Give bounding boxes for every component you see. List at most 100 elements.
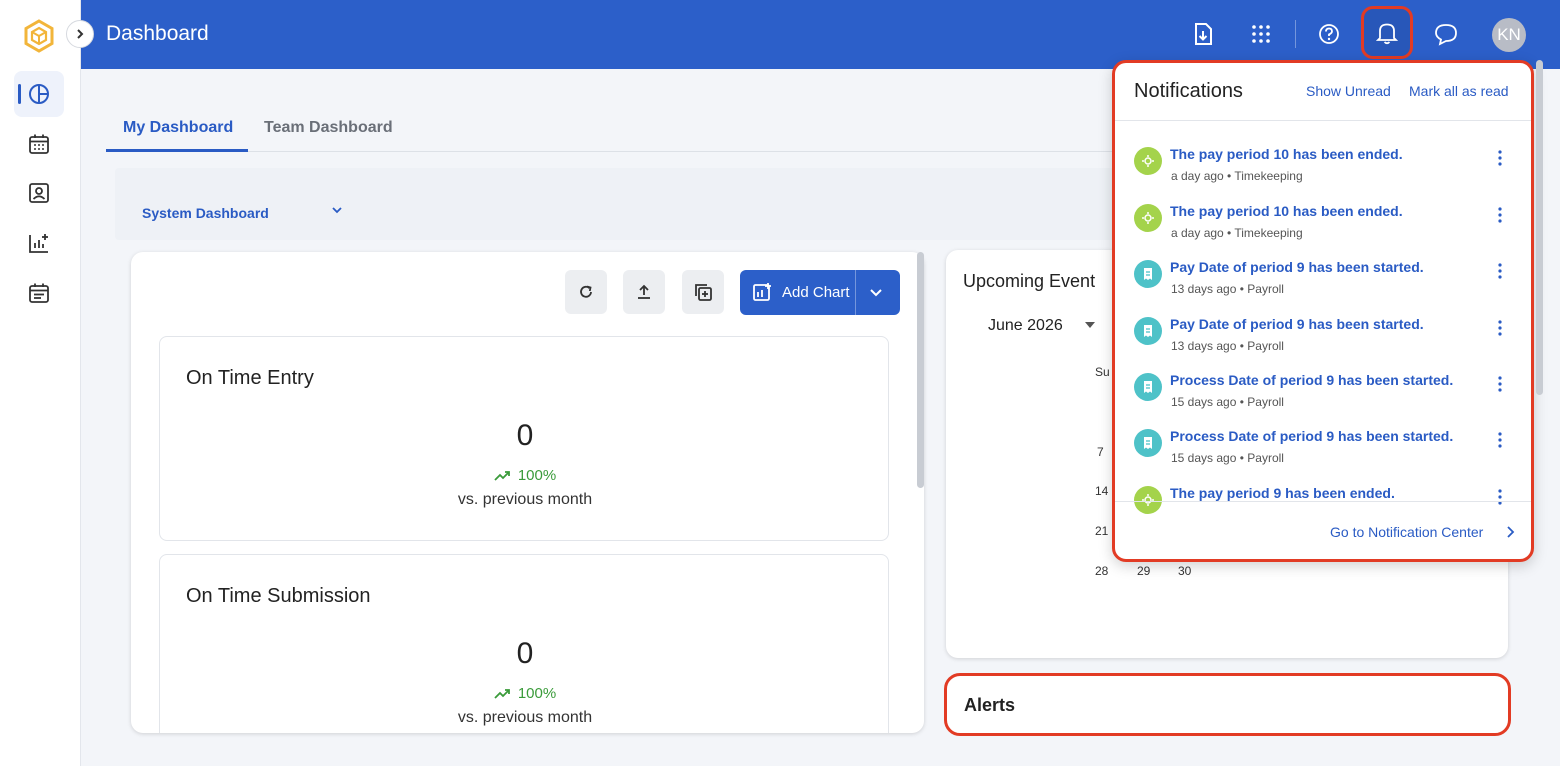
split-divider: [855, 270, 856, 315]
more-options-icon[interactable]: [1497, 375, 1503, 393]
panel-scrollbar[interactable]: [917, 252, 924, 488]
notification-title[interactable]: The pay period 9 has been ended.: [1170, 485, 1395, 501]
active-tab-indicator: [106, 149, 248, 152]
chat-button[interactable]: [1428, 16, 1464, 52]
duplicate-button[interactable]: [682, 270, 724, 314]
help-button[interactable]: [1311, 16, 1347, 52]
timekeeping-icon: [1134, 204, 1162, 232]
schedule-icon: [29, 283, 49, 303]
active-indicator: [18, 84, 21, 104]
app-logo-icon[interactable]: [23, 19, 55, 53]
expand-rail-button[interactable]: [66, 20, 94, 48]
topbar-divider: [1295, 20, 1296, 48]
notification-item[interactable]: The pay period 10 has been ended. a day a…: [1115, 190, 1531, 246]
notification-meta: a day ago • Timekeeping: [1171, 226, 1303, 240]
notification-title[interactable]: The pay period 10 has been ended.: [1170, 146, 1403, 162]
notification-time: 13 days ago: [1171, 339, 1237, 353]
tab-my-dashboard[interactable]: My Dashboard: [123, 119, 233, 137]
notification-source: Payroll: [1247, 395, 1284, 409]
rail-item-contacts[interactable]: [14, 170, 64, 216]
card-comparison: vs. previous month: [457, 491, 593, 508]
card-change-value: 100%: [517, 685, 557, 702]
tab-team-dashboard[interactable]: Team Dashboard: [264, 119, 393, 137]
calendar-day[interactable]: 7: [1097, 445, 1104, 459]
notification-title[interactable]: The pay period 10 has been ended.: [1170, 203, 1403, 219]
notification-source: Timekeeping: [1234, 169, 1303, 183]
more-options-icon[interactable]: [1497, 319, 1503, 337]
notification-item[interactable]: Process Date of period 9 has been starte…: [1115, 359, 1531, 415]
chevron-down-icon[interactable]: [868, 283, 884, 301]
calendar-day[interactable]: 28: [1095, 564, 1108, 578]
notification-item[interactable]: The pay period 10 has been ended. a day a…: [1115, 133, 1531, 189]
add-chart-button[interactable]: Add Chart: [740, 270, 900, 315]
notification-item[interactable]: The pay period 9 has been ended.: [1115, 472, 1531, 528]
notification-title[interactable]: Pay Date of period 9 has been started.: [1170, 316, 1424, 332]
calendar-day[interactable]: 29: [1137, 564, 1150, 578]
pie-chart-icon: [29, 84, 49, 104]
user-avatar[interactable]: KN: [1492, 18, 1526, 52]
card-value: 0: [516, 637, 534, 670]
more-options-icon[interactable]: [1497, 262, 1503, 280]
notification-source: Payroll: [1247, 282, 1284, 296]
meta-separator: •: [1223, 169, 1235, 183]
meta-separator: •: [1223, 226, 1235, 240]
card-value: 0: [516, 419, 534, 452]
card-change-value: 100%: [517, 467, 557, 484]
dashboard-select[interactable]: System Dashboard: [142, 205, 269, 221]
notification-meta: 15 days ago • Payroll: [1171, 451, 1284, 465]
calendar-day[interactable]: 21: [1095, 524, 1108, 538]
notifications-button[interactable]: [1361, 6, 1413, 59]
refresh-button[interactable]: [565, 270, 607, 314]
rail-item-analytics[interactable]: [14, 220, 64, 266]
notification-time: 15 days ago: [1171, 451, 1237, 465]
mark-all-read-link[interactable]: Mark all as read: [1409, 83, 1509, 99]
chevron-down-icon[interactable]: [331, 205, 343, 215]
notification-title[interactable]: Pay Date of period 9 has been started.: [1170, 259, 1424, 275]
month-select[interactable]: June 2026: [988, 317, 1063, 335]
meta-separator: •: [1236, 395, 1248, 409]
calendar-icon: [29, 134, 49, 154]
calendar-day[interactable]: 30: [1178, 564, 1191, 578]
add-chart-label: Add Chart: [782, 284, 850, 301]
event-title: Upcoming Event: [963, 271, 1096, 291]
kpi-card-on-time-entry[interactable]: On Time Entry 0 100% vs. previous month: [159, 336, 889, 541]
payroll-icon: [1134, 317, 1162, 345]
notification-time: 13 days ago: [1171, 282, 1237, 296]
notification-title[interactable]: Process Date of period 9 has been starte…: [1170, 372, 1453, 388]
notification-source: Timekeeping: [1234, 226, 1303, 240]
notification-item[interactable]: Process Date of period 9 has been starte…: [1115, 415, 1531, 471]
chevron-right-icon[interactable]: [1505, 525, 1515, 539]
payroll-icon: [1134, 260, 1162, 288]
upload-button[interactable]: [623, 270, 665, 314]
more-options-icon[interactable]: [1497, 206, 1503, 224]
more-options-icon[interactable]: [1497, 488, 1503, 506]
more-options-icon[interactable]: [1497, 431, 1503, 449]
notification-title[interactable]: Process Date of period 9 has been starte…: [1170, 428, 1453, 444]
bell-icon: [1376, 23, 1398, 44]
notifications-scrollbar[interactable]: [1536, 60, 1543, 395]
divider: [1115, 501, 1531, 502]
alerts-panel[interactable]: Alerts: [944, 673, 1511, 736]
download-doc-button[interactable]: [1185, 16, 1221, 52]
calendar-day[interactable]: 14: [1095, 484, 1108, 498]
notification-center-link[interactable]: Go to Notification Center: [1330, 524, 1483, 540]
notification-source: Payroll: [1247, 339, 1284, 353]
notification-meta: 15 days ago • Payroll: [1171, 395, 1284, 409]
apps-grid-button[interactable]: [1243, 16, 1279, 52]
notification-item[interactable]: Pay Date of period 9 has been started. 13…: [1115, 246, 1531, 302]
payroll-icon: [1134, 373, 1162, 401]
upload-icon: [638, 284, 650, 299]
caret-down-icon[interactable]: [1084, 320, 1096, 330]
dashboard-tabs: My Dashboard Team Dashboard: [106, 110, 1116, 152]
rail-item-dashboard[interactable]: [14, 71, 64, 117]
rail-item-schedule[interactable]: [14, 270, 64, 316]
notification-time: a day ago: [1171, 169, 1224, 183]
kpi-card-on-time-submission[interactable]: On Time Submission 0 100% vs. previous m…: [159, 554, 889, 733]
notification-item[interactable]: Pay Date of period 9 has been started. 13…: [1115, 303, 1531, 359]
rail-item-calendar[interactable]: [14, 121, 64, 167]
show-unread-link[interactable]: Show Unread: [1306, 83, 1391, 99]
more-options-icon[interactable]: [1497, 149, 1503, 167]
notification-time: 15 days ago: [1171, 395, 1237, 409]
notification-source: Payroll: [1247, 451, 1284, 465]
analytics-add-icon: [29, 234, 48, 253]
